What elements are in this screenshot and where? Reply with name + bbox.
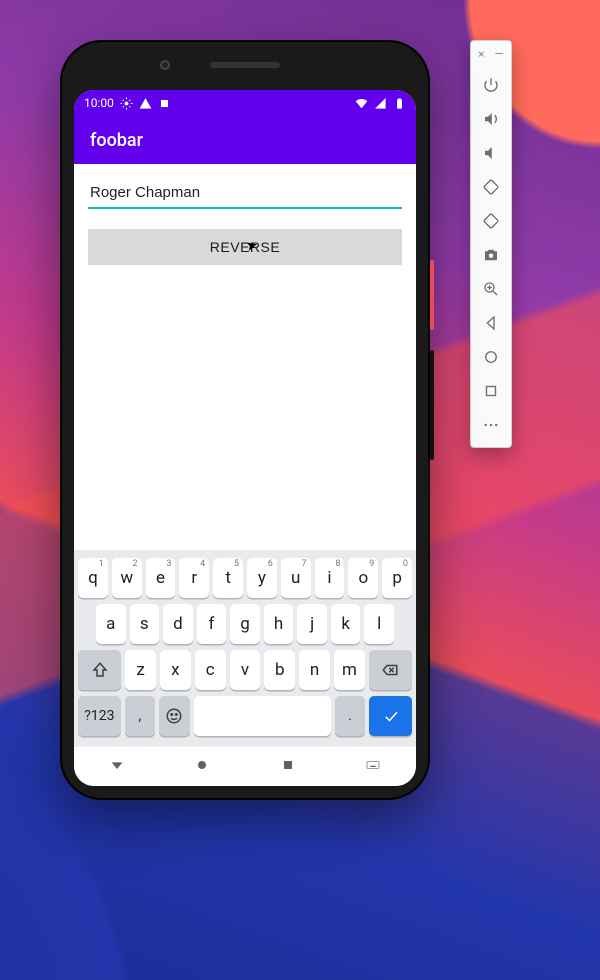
key-u[interactable]: u7 [281, 558, 311, 598]
keyboard-row-1: q1w2e3r4t5y6u7i8o9p0 [78, 558, 412, 598]
comma-key[interactable]: , [125, 696, 155, 736]
more-icon[interactable] [475, 409, 507, 441]
key-l[interactable]: l [364, 604, 394, 644]
battery-icon [393, 97, 406, 110]
power-icon[interactable] [475, 69, 507, 101]
volume-up-icon[interactable] [475, 103, 507, 135]
keyboard-row-4: ?123 , . [78, 696, 412, 736]
symbols-key[interactable]: ?123 [78, 696, 121, 736]
keyboard-row-3: zxcvbnm [78, 650, 412, 690]
shift-key[interactable] [78, 650, 121, 690]
soft-keyboard: q1w2e3r4t5y6u7i8o9p0 asdfghjkl zxcvbnm ?… [74, 550, 416, 746]
phone-power-button [430, 260, 434, 330]
rotate-left-icon[interactable] [475, 171, 507, 203]
enter-key[interactable] [369, 696, 412, 736]
phone-front-camera [160, 60, 170, 70]
period-key[interactable]: . [335, 696, 365, 736]
key-n[interactable]: n [299, 650, 330, 690]
keyboard-row-2: asdfghjkl [78, 604, 412, 644]
nav-home-button[interactable] [194, 757, 210, 777]
rotate-right-icon[interactable] [475, 205, 507, 237]
back-icon[interactable] [475, 307, 507, 339]
key-e[interactable]: e3 [146, 558, 176, 598]
key-f[interactable]: f [197, 604, 227, 644]
app-bar: foobar [74, 116, 416, 164]
key-c[interactable]: c [195, 650, 226, 690]
key-z[interactable]: z [125, 650, 156, 690]
space-key[interactable] [194, 696, 331, 736]
key-p[interactable]: p0 [382, 558, 412, 598]
settings-gear-icon [120, 97, 133, 110]
key-o[interactable]: o9 [348, 558, 378, 598]
key-j[interactable]: j [297, 604, 327, 644]
status-clock: 10:00 [84, 96, 114, 110]
key-h[interactable]: h [264, 604, 294, 644]
panel-window-controls: × — [478, 47, 504, 61]
key-q[interactable]: q1 [78, 558, 108, 598]
app-title: foobar [90, 130, 143, 151]
backspace-key[interactable] [369, 650, 412, 690]
phone-volume-rocker [430, 350, 434, 460]
panel-minimize-button[interactable]: — [495, 47, 504, 61]
key-r[interactable]: r4 [179, 558, 209, 598]
phone-frame: 10:00 foobar REVERSE ➤ q1w2e3r4t5y6u7i8o… [60, 40, 430, 800]
key-x[interactable]: x [160, 650, 191, 690]
status-bar: 10:00 [74, 90, 416, 116]
key-b[interactable]: b [264, 650, 295, 690]
emoji-key[interactable] [159, 696, 189, 736]
nav-keyboard-toggle-button[interactable] [365, 757, 381, 777]
key-d[interactable]: d [163, 604, 193, 644]
key-s[interactable]: s [130, 604, 160, 644]
status-left: 10:00 [84, 96, 171, 110]
emulator-control-panel: × — [470, 40, 512, 448]
key-v[interactable]: v [230, 650, 261, 690]
wifi-icon [355, 97, 368, 110]
key-g[interactable]: g [230, 604, 260, 644]
zoom-icon[interactable] [475, 273, 507, 305]
key-w[interactable]: w2 [112, 558, 142, 598]
warning-icon [139, 97, 152, 110]
name-input[interactable] [88, 178, 402, 209]
key-k[interactable]: k [331, 604, 361, 644]
volume-down-icon[interactable] [475, 137, 507, 169]
reverse-button[interactable]: REVERSE [88, 229, 402, 265]
status-right [355, 97, 406, 110]
key-m[interactable]: m [334, 650, 365, 690]
key-y[interactable]: y6 [247, 558, 277, 598]
system-nav-bar [74, 746, 416, 786]
nav-overview-button[interactable] [280, 757, 296, 777]
key-t[interactable]: t5 [213, 558, 243, 598]
home-icon[interactable] [475, 341, 507, 373]
overview-icon[interactable] [475, 375, 507, 407]
phone-screen: 10:00 foobar REVERSE ➤ q1w2e3r4t5y6u7i8o… [74, 90, 416, 786]
nav-back-button[interactable] [109, 757, 125, 777]
screenshot-icon[interactable] [475, 239, 507, 271]
key-i[interactable]: i8 [315, 558, 345, 598]
phone-earpiece [210, 62, 280, 68]
key-a[interactable]: a [96, 604, 126, 644]
app-notification-icon [158, 97, 171, 110]
app-content: REVERSE ➤ [74, 164, 416, 550]
cell-signal-icon [374, 97, 387, 110]
panel-close-button[interactable]: × [478, 47, 484, 61]
